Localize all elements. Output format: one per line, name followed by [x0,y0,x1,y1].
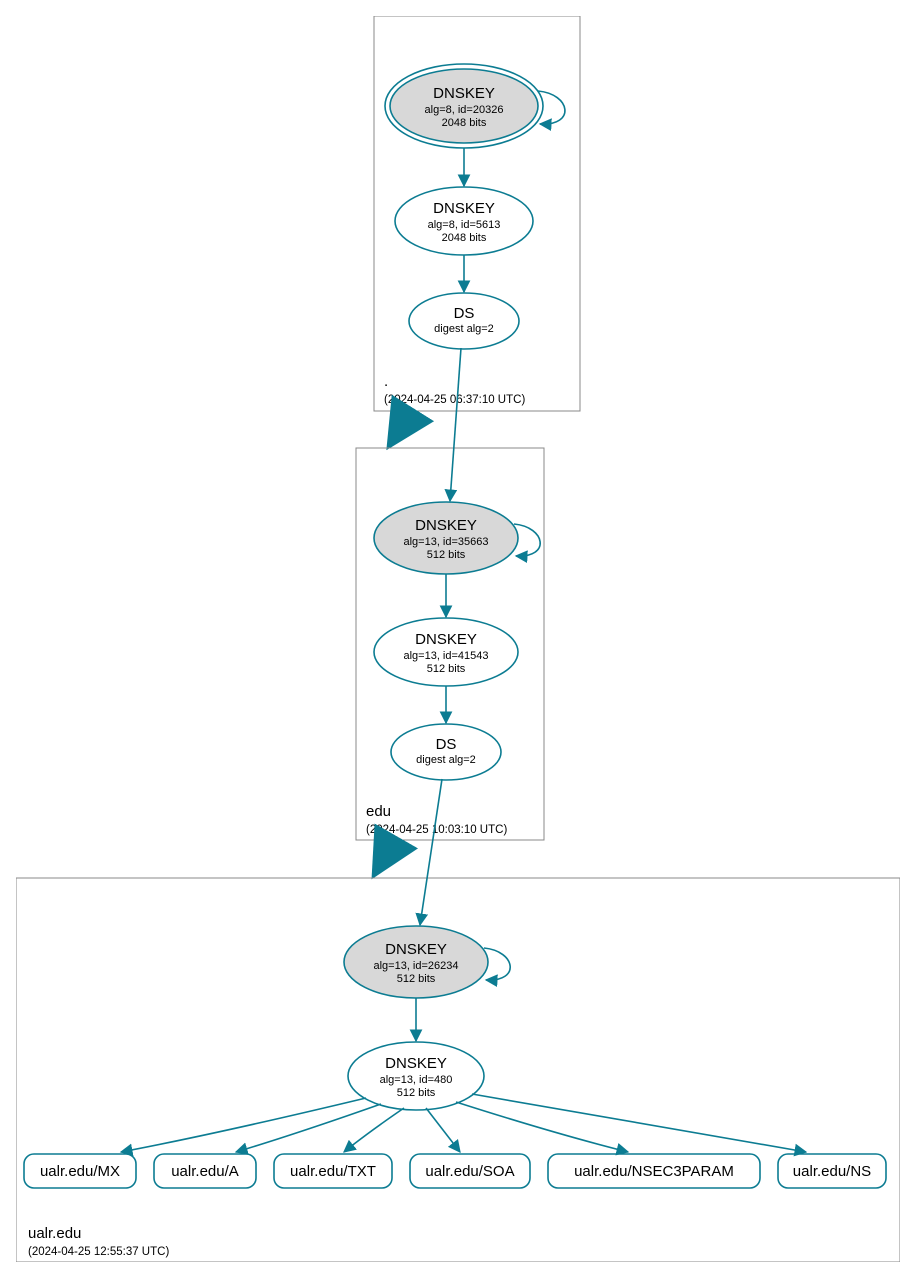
svg-text:DS: DS [454,305,475,322]
node-ualr-zsk[interactable]: DNSKEY alg=13, id=480 512 bits [348,1042,484,1110]
svg-text:512 bits: 512 bits [427,549,466,561]
edge-root-ksk-self [538,91,565,124]
svg-text:alg=8, id=5613: alg=8, id=5613 [428,219,501,231]
svg-text:ualr.edu/NSEC3PARAM: ualr.edu/NSEC3PARAM [574,1163,734,1180]
edge-root-to-edu-zone [389,411,411,446]
svg-text:alg=13, id=26234: alg=13, id=26234 [373,960,458,972]
svg-text:2048 bits: 2048 bits [442,117,487,129]
svg-text:DNSKEY: DNSKEY [385,1055,447,1072]
svg-text:ualr.edu/MX: ualr.edu/MX [40,1163,120,1180]
rrset-txt[interactable]: ualr.edu/TXT [274,1154,392,1188]
svg-text:ualr.edu/NS: ualr.edu/NS [793,1163,871,1180]
svg-text:DS: DS [436,736,457,753]
svg-text:ualr.edu/TXT: ualr.edu/TXT [290,1163,376,1180]
node-ualr-ksk[interactable]: DNSKEY alg=13, id=26234 512 bits [344,926,488,998]
svg-text:alg=13, id=480: alg=13, id=480 [380,1074,453,1086]
node-root-zsk[interactable]: DNSKEY alg=8, id=5613 2048 bits [395,187,533,255]
svg-text:DNSKEY: DNSKEY [433,200,495,217]
rrset-nsec3param[interactable]: ualr.edu/NSEC3PARAM [548,1154,760,1188]
svg-text:512 bits: 512 bits [427,663,466,675]
svg-text:DNSKEY: DNSKEY [415,631,477,648]
zone-root-name: . [384,373,388,390]
svg-text:digest alg=2: digest alg=2 [434,323,494,335]
svg-text:DNSKEY: DNSKEY [385,941,447,958]
zone-edu: edu (2024-04-25 10:03:10 UTC) DNSKEY alg… [356,348,544,840]
edge-zsk-mx [121,1098,366,1152]
svg-text:2048 bits: 2048 bits [442,232,487,244]
zone-edu-timestamp: (2024-04-25 10:03:10 UTC) [366,824,507,836]
zone-root-timestamp: (2024-04-25 06:37:10 UTC) [384,394,525,406]
svg-text:512 bits: 512 bits [397,973,436,985]
svg-text:digest alg=2: digest alg=2 [416,754,476,766]
edge-zsk-nsec3 [456,1102,628,1152]
zone-root: . (2024-04-25 06:37:10 UTC) DNSKEY alg=8… [374,16,580,411]
svg-text:DNSKEY: DNSKEY [415,517,477,534]
svg-text:ualr.edu/SOA: ualr.edu/SOA [425,1163,514,1180]
zone-ualr: ualr.edu (2024-04-25 12:55:37 UTC) DNSKE… [16,779,900,1262]
edge-edu-ds-to-ualr-ksk [420,779,442,925]
edge-edu-to-ualr-zone [374,840,394,875]
rrset-a[interactable]: ualr.edu/A [154,1154,256,1188]
node-root-ksk[interactable]: DNSKEY alg=8, id=20326 2048 bits [385,64,543,148]
svg-text:alg=8, id=20326: alg=8, id=20326 [425,104,504,116]
node-edu-ksk[interactable]: DNSKEY alg=13, id=35663 512 bits [374,502,518,574]
zone-ualr-name: ualr.edu [28,1225,81,1242]
edge-zsk-soa [426,1108,460,1152]
zone-edu-name: edu [366,803,391,820]
edge-root-ds-to-edu-ksk [450,348,461,501]
svg-text:DNSKEY: DNSKEY [433,85,495,102]
rrset-ns[interactable]: ualr.edu/NS [778,1154,886,1188]
svg-text:alg=13, id=41543: alg=13, id=41543 [403,650,488,662]
node-edu-zsk[interactable]: DNSKEY alg=13, id=41543 512 bits [374,618,518,686]
svg-text:alg=13, id=35663: alg=13, id=35663 [403,536,488,548]
svg-text:512 bits: 512 bits [397,1087,436,1099]
rrset-soa[interactable]: ualr.edu/SOA [410,1154,530,1188]
svg-text:ualr.edu/A: ualr.edu/A [171,1163,239,1180]
node-edu-ds[interactable]: DS digest alg=2 [391,724,501,780]
zone-ualr-timestamp: (2024-04-25 12:55:37 UTC) [28,1246,169,1258]
rrset-mx[interactable]: ualr.edu/MX [24,1154,136,1188]
node-root-ds[interactable]: DS digest alg=2 [409,293,519,349]
